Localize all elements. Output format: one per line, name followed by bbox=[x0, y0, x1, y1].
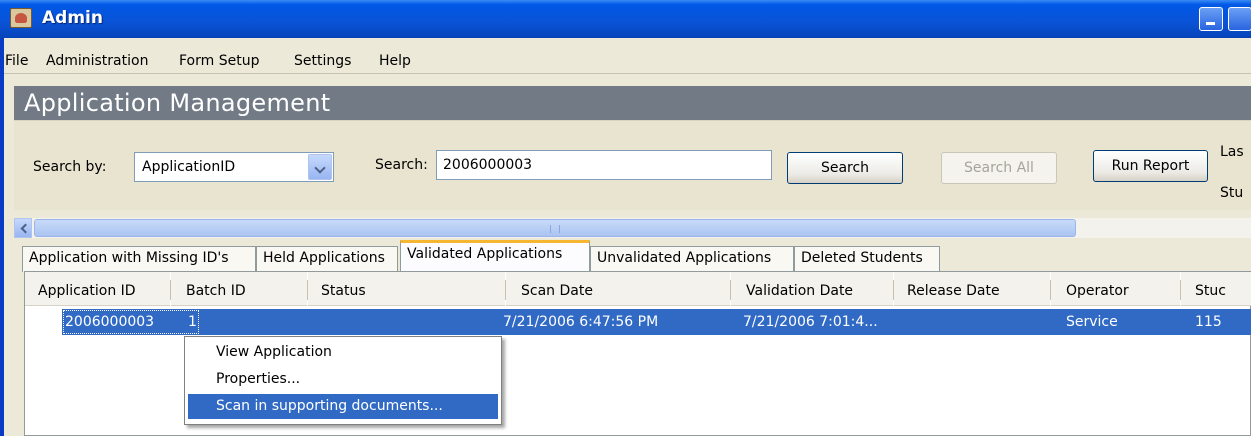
column-header[interactable]: Release Date bbox=[894, 272, 1050, 306]
search-by-select[interactable]: ApplicationID bbox=[134, 152, 334, 182]
app-icon bbox=[10, 8, 32, 28]
column-student-cut: Stuc bbox=[1195, 283, 1226, 299]
search-by-label: Search by: bbox=[33, 159, 107, 175]
cell-batch-id: 1 bbox=[188, 314, 197, 330]
search-label: Search: bbox=[375, 157, 428, 173]
menu-file[interactable]: File bbox=[5, 53, 28, 69]
tab-held-applications[interactable]: Held Applications bbox=[256, 246, 398, 272]
search-input[interactable]: 2006000003 bbox=[436, 150, 772, 180]
column-operator: Operator bbox=[1066, 283, 1129, 299]
maximize-button[interactable] bbox=[1228, 7, 1251, 31]
column-application-id: Application ID bbox=[38, 283, 136, 299]
search-by-value: ApplicationID bbox=[142, 159, 236, 175]
column-header[interactable]: Stuc bbox=[1181, 272, 1251, 306]
last-name-label-cut: Las bbox=[1220, 144, 1244, 160]
page-title: Application Management bbox=[24, 89, 331, 117]
column-status: Status bbox=[321, 283, 366, 299]
column-header[interactable]: Operator bbox=[1051, 272, 1180, 306]
scroll-left-arrow-icon[interactable] bbox=[14, 218, 32, 238]
admin-window: Admin File Administration Form Setup Set… bbox=[0, 0, 1251, 436]
menu-administration[interactable]: Administration bbox=[46, 53, 148, 69]
column-validation-date: Validation Date bbox=[746, 283, 854, 299]
column-header[interactable]: Scan Date bbox=[506, 272, 730, 306]
column-batch-id: Batch ID bbox=[186, 283, 246, 299]
page-header: Application Management bbox=[14, 86, 1251, 120]
cell-scan-date: 7/21/2006 6:47:56 PM bbox=[503, 314, 659, 330]
context-menu: View Application Properties... Scan in s… bbox=[184, 336, 502, 425]
title-bar[interactable]: Admin bbox=[0, 0, 1251, 38]
scrollbar-thumb[interactable] bbox=[34, 219, 1076, 237]
grip-icon bbox=[550, 225, 560, 233]
student-label-cut: Stu bbox=[1220, 185, 1244, 201]
horizontal-scrollbar[interactable] bbox=[14, 218, 1251, 238]
context-item-scan-supporting-documents[interactable]: Scan in supporting documents... bbox=[188, 394, 498, 419]
cell-operator: Service bbox=[1066, 314, 1118, 330]
menu-form-setup[interactable]: Form Setup bbox=[179, 53, 259, 69]
menu-help[interactable]: Help bbox=[379, 53, 411, 69]
search-all-button[interactable]: Search All bbox=[941, 152, 1057, 184]
cell-application-id: 2006000003 bbox=[65, 314, 155, 330]
column-scan-date: Scan Date bbox=[521, 283, 593, 299]
context-item-view-application[interactable]: View Application bbox=[188, 340, 498, 365]
column-header[interactable]: Application ID bbox=[25, 272, 170, 306]
tab-strip: Application with Missing ID's Held Appli… bbox=[14, 240, 1251, 272]
search-input-value: 2006000003 bbox=[443, 157, 533, 173]
tab-unvalidated-applications[interactable]: Unvalidated Applications bbox=[590, 246, 794, 272]
column-header[interactable]: Validation Date bbox=[731, 272, 893, 306]
window-title: Admin bbox=[42, 8, 103, 28]
context-item-properties[interactable]: Properties... bbox=[188, 367, 498, 392]
run-report-button[interactable]: Run Report bbox=[1093, 150, 1208, 182]
chevron-down-icon[interactable] bbox=[308, 154, 332, 180]
column-header[interactable]: Batch ID bbox=[171, 272, 307, 306]
minimize-button[interactable] bbox=[1199, 7, 1223, 31]
tab-deleted-students[interactable]: Deleted Students bbox=[794, 246, 940, 272]
cell-validation-date: 7/21/2006 7:01:4... bbox=[743, 314, 878, 330]
tab-validated-applications[interactable]: Validated Applications bbox=[400, 240, 590, 272]
cell-student: 115 bbox=[1195, 314, 1222, 330]
column-release-date: Release Date bbox=[907, 283, 1000, 299]
search-button[interactable]: Search bbox=[787, 152, 903, 184]
menu-settings[interactable]: Settings bbox=[294, 53, 351, 69]
menu-bar: File Administration Form Setup Settings … bbox=[4, 50, 1251, 74]
tab-missing-ids[interactable]: Application with Missing ID's bbox=[22, 246, 256, 272]
column-header[interactable]: Status bbox=[308, 272, 505, 306]
